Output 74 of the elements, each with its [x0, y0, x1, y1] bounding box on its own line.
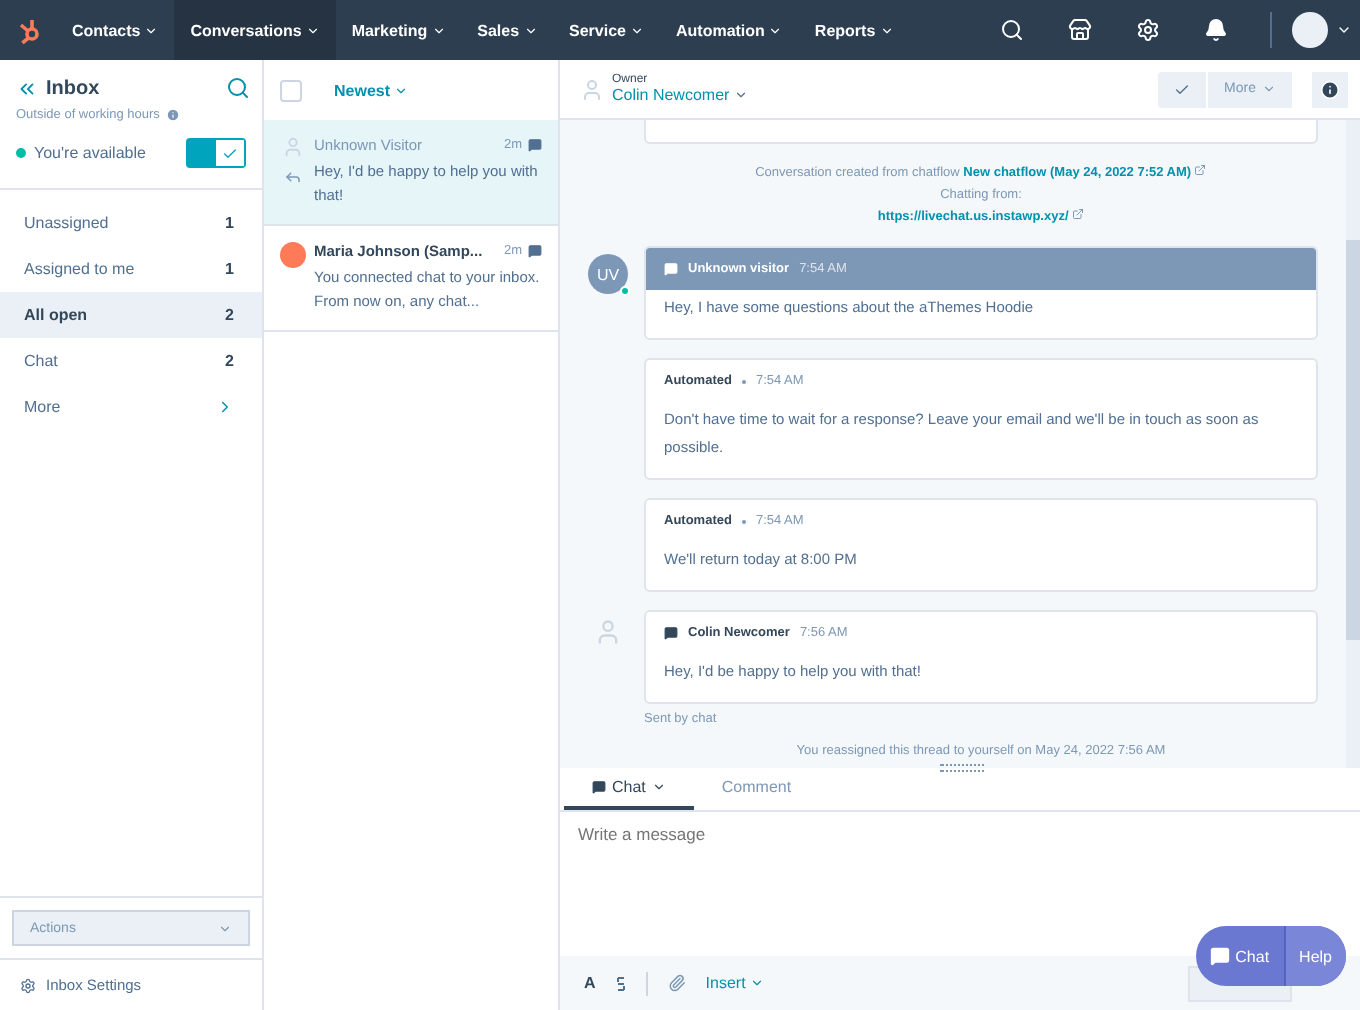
inbox-filter[interactable]: Chat 2	[0, 338, 262, 384]
filter-count: 2	[225, 352, 234, 370]
text-format-icon[interactable]: A	[584, 974, 596, 992]
external-link-icon[interactable]	[1194, 164, 1207, 176]
caret-icon	[768, 23, 783, 37]
external-link-icon[interactable]	[1072, 208, 1085, 220]
status-dot	[16, 148, 26, 158]
availability-label: You're available	[34, 144, 148, 162]
caret-icon	[431, 23, 446, 37]
availability-toggle[interactable]	[186, 138, 246, 168]
inbox-filter[interactable]: All open 2	[0, 292, 262, 338]
inbox-filter[interactable]: Assigned to me 1	[0, 246, 262, 292]
resize-handle[interactable]	[940, 764, 984, 772]
user-icon	[594, 618, 622, 646]
paperclip-icon[interactable]	[667, 974, 686, 992]
avatar-initials: UV	[596, 265, 620, 283]
nav-tab[interactable]: Sales	[461, 0, 554, 60]
nav-tab[interactable]: Conversations	[174, 0, 336, 60]
select-all-checkbox[interactable]	[280, 79, 302, 101]
check-icon	[1174, 81, 1191, 97]
scrollbar[interactable]	[1346, 120, 1360, 768]
caret-icon	[733, 88, 748, 102]
search-icon[interactable]	[1000, 18, 1024, 42]
nav-tab[interactable]: Marketing	[335, 0, 462, 60]
inbox-title: Inbox	[46, 77, 102, 99]
caret-icon	[1262, 82, 1276, 96]
info-button[interactable]	[1312, 71, 1348, 107]
nav-tab[interactable]: Contacts	[56, 0, 175, 60]
sprocket-logo-icon[interactable]	[16, 16, 44, 44]
caret-icon	[144, 23, 159, 37]
online-dot	[620, 286, 630, 296]
nav-tab[interactable]: Automation	[659, 0, 799, 60]
settings-icon[interactable]	[1136, 18, 1160, 42]
caret-icon	[749, 976, 764, 990]
filter-count: 1	[225, 260, 234, 278]
caret-icon	[651, 780, 666, 794]
notifications-icon[interactable]	[1204, 18, 1228, 42]
insert-dropdown[interactable]: Insert	[705, 974, 764, 992]
inbox-filter[interactable]: Unassigned 1	[0, 200, 262, 246]
info-icon	[1320, 79, 1340, 99]
chat-icon	[664, 626, 678, 640]
info-icon[interactable]	[165, 108, 180, 122]
collapse-icon[interactable]	[16, 77, 38, 99]
chat-icon	[528, 138, 542, 152]
caret-icon	[523, 23, 538, 37]
gear-icon[interactable]	[20, 977, 36, 993]
sort-dropdown[interactable]: Newest	[334, 81, 409, 99]
filter-count: 1	[225, 214, 234, 232]
caret-icon	[629, 23, 644, 37]
owner-dropdown[interactable]: Colin Newcomer	[612, 86, 1151, 104]
help-widget[interactable]: Chat Help	[1195, 926, 1346, 986]
filter-count: 2	[225, 306, 234, 324]
marketplace-icon[interactable]	[1068, 18, 1092, 42]
check-icon	[222, 145, 238, 161]
caret-icon	[394, 83, 409, 97]
chevron-right-icon	[216, 398, 234, 416]
inbox-filter[interactable]: More	[0, 384, 262, 430]
caret-icon[interactable]	[1336, 22, 1352, 38]
chat-icon	[664, 262, 678, 276]
caret-icon	[218, 921, 232, 935]
user-icon	[281, 136, 303, 158]
user-icon	[580, 77, 604, 101]
brand-avatar	[279, 242, 305, 268]
chat-icon	[1209, 946, 1230, 966]
caret-icon	[879, 23, 894, 37]
nav-tab[interactable]: Service	[553, 0, 660, 60]
nav-tab[interactable]: Reports	[798, 0, 910, 60]
chat-icon	[592, 780, 606, 794]
divider	[1270, 12, 1272, 48]
caret-icon	[305, 23, 320, 37]
reply-icon	[283, 168, 301, 186]
divider	[645, 971, 648, 995]
profile-avatar[interactable]	[1292, 12, 1328, 48]
chat-icon	[528, 244, 542, 258]
